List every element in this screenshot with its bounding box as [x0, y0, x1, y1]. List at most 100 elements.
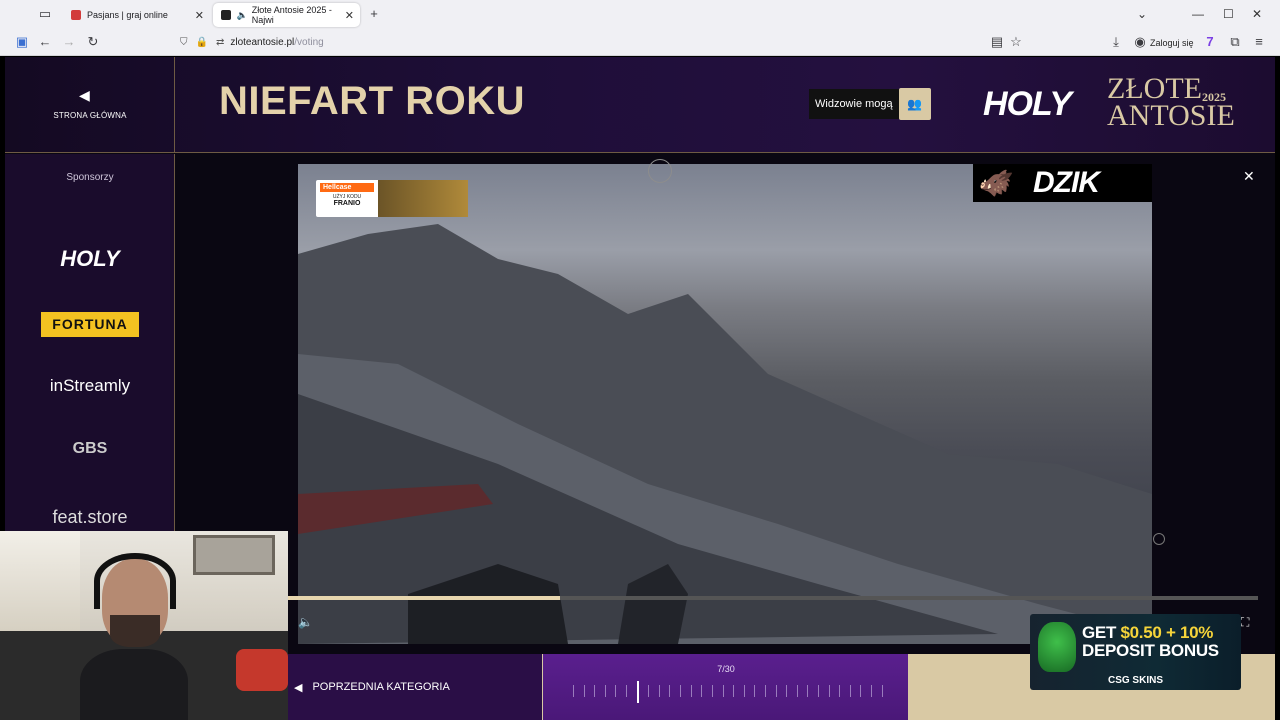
reload-icon[interactable]: ↻ — [85, 34, 101, 50]
category-tick[interactable] — [839, 685, 841, 697]
dzik-text: DZIK — [1033, 166, 1100, 199]
hellcase-weapon-image — [378, 180, 468, 217]
category-tick[interactable] — [626, 685, 628, 697]
account-icon[interactable]: ◉ — [1132, 34, 1148, 50]
player-indicator-icon — [1153, 533, 1165, 545]
mascot-image — [1038, 622, 1076, 672]
viewers-vote-badge[interactable]: Widzowie mogą 👥 — [809, 88, 931, 120]
trophy-shelf — [0, 531, 80, 631]
category-tick[interactable] — [722, 685, 724, 697]
category-tick[interactable] — [849, 685, 851, 697]
home-link[interactable]: ◀ STRONA GŁÓWNA — [5, 57, 175, 153]
tab-list-icon[interactable]: ▭ — [37, 6, 53, 22]
mountain-scene — [298, 224, 1152, 644]
sponsors-title: Sponsorzy — [66, 172, 114, 183]
reader-view-icon[interactable]: ▤ — [989, 34, 1005, 50]
category-tick[interactable] — [786, 685, 788, 697]
url-domain: zloteantosie.pl — [230, 37, 295, 48]
ad-amount: $0.50 + 10% — [1120, 623, 1214, 642]
logo-antosie-text: ANTOSIE — [1107, 99, 1235, 132]
category-tick[interactable] — [583, 685, 585, 697]
category-tick[interactable] — [669, 685, 671, 697]
category-tick[interactable] — [690, 685, 692, 697]
category-tick[interactable] — [615, 685, 617, 697]
category-tick[interactable] — [775, 685, 777, 697]
tab-pasjans[interactable]: Pasjans | graj online ✕ — [63, 3, 210, 27]
home-label: STRONA GŁÓWNA — [53, 111, 127, 120]
speaker-icon[interactable]: 🔈 — [237, 10, 248, 21]
back-icon[interactable]: ← — [37, 34, 53, 50]
viewers-label: Widzowie mogą — [809, 89, 899, 119]
fullscreen-icon[interactable]: ⛶ — [1241, 615, 1249, 630]
category-tick[interactable] — [796, 685, 798, 697]
site-favicon-icon — [221, 10, 231, 20]
sponsor-instreamly[interactable]: inStreamly — [5, 376, 175, 396]
video-progress-bar[interactable] — [288, 596, 1258, 600]
category-tick[interactable] — [818, 685, 820, 697]
category-tick[interactable] — [594, 685, 596, 697]
close-tab-icon[interactable]: ✕ — [345, 9, 354, 22]
category-tick[interactable] — [604, 685, 606, 697]
category-tick[interactable] — [764, 685, 766, 697]
extensions-puzzle-icon[interactable]: ⧉ — [1227, 34, 1243, 50]
sponsor-gbs[interactable]: GBS — [5, 440, 175, 458]
sponsor-holy[interactable]: HOLY — [5, 246, 175, 272]
category-tick-current[interactable] — [636, 681, 639, 703]
category-tick[interactable] — [743, 685, 745, 697]
category-tick[interactable] — [711, 685, 713, 697]
category-tick[interactable] — [733, 685, 735, 697]
downloads-icon[interactable]: ⤓ — [1108, 34, 1124, 50]
tab-zlote-antosie[interactable]: 🔈 Złote Antosie 2025 - Najwi ✕ — [213, 3, 360, 27]
sponsor-featstore[interactable]: feat.store — [5, 507, 175, 528]
page-info-icon[interactable]: ⇄ — [216, 37, 224, 48]
menu-icon[interactable]: ≡ — [1251, 34, 1267, 50]
category-tick[interactable] — [701, 685, 703, 697]
category-tick[interactable] — [754, 685, 756, 697]
tab-bar: ▭ Pasjans | graj online ✕ 🔈 Złote Antosi… — [0, 0, 1280, 29]
new-tab-icon[interactable]: + — [366, 6, 382, 22]
category-tick[interactable] — [871, 685, 873, 697]
boar-icon: 🐗 — [977, 168, 1009, 198]
close-window-icon[interactable]: ✕ — [1252, 7, 1262, 21]
category-tick[interactable] — [807, 685, 809, 697]
bookmark-star-icon[interactable]: ☆ — [1008, 34, 1024, 50]
category-ticks[interactable] — [573, 681, 883, 703]
browser-chrome: ▭ Pasjans | graj online ✕ 🔈 Złote Antosi… — [0, 0, 1280, 56]
category-tick[interactable] — [680, 685, 682, 697]
streamer-body — [80, 649, 188, 720]
streamer-webcam — [0, 531, 288, 720]
ad-headline: GET $0.50 + 10% DEPOSIT BONUS — [1082, 624, 1219, 660]
minimize-icon[interactable]: — — [1192, 7, 1204, 21]
logo-year: 2025 — [1202, 90, 1226, 104]
sidebar-toggle-icon[interactable]: ▣ — [14, 34, 30, 50]
category-tick[interactable] — [860, 685, 862, 697]
login-button[interactable]: Zaloguj się — [1150, 38, 1194, 48]
loading-spinner-icon — [648, 159, 672, 183]
address-bar[interactable]: ⛉ 🔒 ⇄ zloteantosie.pl/voting — [180, 32, 1030, 53]
category-tick[interactable] — [573, 685, 574, 697]
category-tick[interactable] — [881, 685, 883, 697]
category-tick[interactable] — [658, 685, 660, 697]
video-progress-fill — [288, 596, 560, 600]
csgoskins-ad-banner[interactable]: GET $0.50 + 10% DEPOSIT BONUS CSG SKINS — [1030, 614, 1241, 690]
maximize-icon[interactable]: ☐ — [1223, 7, 1234, 21]
tab-overflow-chevron-icon[interactable]: ⌄ — [1137, 7, 1147, 21]
pasjans-favicon-icon — [71, 10, 81, 20]
close-tab-icon[interactable]: ✕ — [195, 9, 204, 22]
forward-icon[interactable]: → — [61, 34, 77, 50]
group-icon: 👥 — [898, 88, 931, 120]
dzik-sponsor-badge: 🐗 DZIK — [973, 164, 1152, 202]
video-player[interactable]: Hellcase UŻYJ KODU FRANIO — [298, 164, 1152, 644]
category-tick[interactable] — [648, 685, 650, 697]
shield-icon[interactable]: ⛉ — [180, 37, 188, 48]
wall-picture — [193, 535, 275, 575]
sponsor-fortuna[interactable]: FORTUNA — [41, 312, 139, 337]
close-video-icon[interactable]: ✕ — [1243, 168, 1255, 185]
streamer-beard — [110, 615, 160, 647]
holy-logo: HOLY — [983, 85, 1072, 123]
previous-category-button[interactable]: ◀ POPRZEDNIA KATEGORIA — [288, 654, 542, 720]
lock-icon[interactable]: 🔒 — [196, 37, 208, 48]
category-tick[interactable] — [828, 685, 830, 697]
volume-icon[interactable]: 🔈 — [298, 615, 313, 629]
extension-icon[interactable]: 7 — [1202, 34, 1218, 50]
